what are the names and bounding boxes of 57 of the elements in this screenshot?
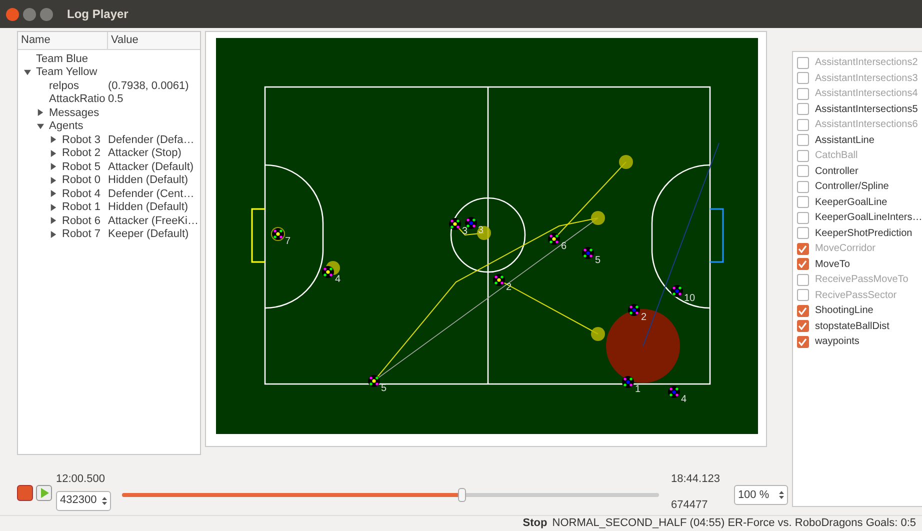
- robot-number: 4: [335, 274, 341, 285]
- robot-number: 1: [635, 384, 641, 395]
- column-header[interactable]: Value: [108, 32, 138, 49]
- visualization-label[interactable]: KeeperGoalLine: [814, 194, 888, 210]
- robot-number: 4: [681, 394, 687, 405]
- visualization-label[interactable]: Controller: [814, 164, 858, 179]
- visualization-label[interactable]: AssistantIntersections5: [814, 102, 918, 117]
- tree-item-value: Hidden (Default): [108, 173, 188, 188]
- tree-item-value: Hidden (Default): [108, 200, 188, 215]
- visualization-label[interactable]: stopstateBallDist: [814, 318, 890, 334]
- tree-item-name[interactable]: Robot 1: [62, 199, 101, 216]
- visualization-label[interactable]: KeeperShotPrediction: [814, 226, 912, 241]
- tree-item-value: Attacker (Default): [108, 160, 194, 174]
- visualization-label[interactable]: MoveTo: [814, 256, 850, 272]
- column-header[interactable]: Name: [18, 32, 108, 49]
- tree-item-name[interactable]: Agents: [49, 118, 84, 134]
- tree-item-value: (0.7938, 0.0061): [108, 78, 189, 94]
- tree-item-name[interactable]: Robot 6: [62, 212, 101, 229]
- robot-number: 5: [595, 255, 601, 266]
- end-frame: 674477: [671, 496, 720, 513]
- visualization-label[interactable]: ShootingLine: [814, 303, 874, 318]
- robot-number: 3: [462, 226, 468, 237]
- tree-item-name[interactable]: Team Yellow: [36, 64, 98, 80]
- tree-item-name[interactable]: AttackRatio: [49, 91, 106, 108]
- frame-spinbox[interactable]: 432300: [56, 490, 111, 510]
- tree-item-value: Attacker (Stop): [108, 146, 182, 161]
- tree-item-value: 0.5: [108, 92, 124, 107]
- status-text: NORMAL_SECOND_HALF (04:55) ER-Force vs. RoboDragons Goals: 0:5: [552, 516, 916, 531]
- tree-item-value: Defender (Cent…: [108, 186, 194, 202]
- tree-item-name[interactable]: Robot 3: [62, 132, 101, 148]
- tree-item-name[interactable]: relpos: [49, 78, 79, 94]
- tree-item-name[interactable]: Robot 2: [62, 145, 101, 162]
- tree-item-name[interactable]: Messages: [49, 104, 100, 121]
- end-time: 18:44.123: [671, 472, 720, 487]
- window-title: Log Player: [67, 6, 128, 23]
- visualization-label[interactable]: KeeperGoalLineInters…: [814, 210, 922, 226]
- robot-number: 10: [684, 293, 696, 304]
- visualization-label[interactable]: AssistantLine: [814, 132, 874, 148]
- visualization-label[interactable]: waypoints: [814, 334, 860, 350]
- robot-number: 6: [561, 241, 567, 252]
- start-time: 12:00.500: [56, 472, 106, 487]
- speed-spinbox[interactable]: 100 %: [734, 485, 788, 505]
- visualization-label[interactable]: Controller/Spline: [814, 179, 889, 194]
- tree-item-name[interactable]: Robot 7: [62, 226, 101, 242]
- tree-item-name[interactable]: Robot 4: [62, 186, 101, 202]
- status-state: Stop: [522, 516, 548, 531]
- robot-number: 2: [506, 282, 512, 293]
- tree-item-value: Keeper (Default): [108, 227, 189, 242]
- robot-number: 3: [478, 225, 484, 236]
- robot-number: 2: [641, 312, 647, 323]
- robot-number: 5: [381, 383, 387, 394]
- tree-item-name[interactable]: Team Blue: [36, 50, 88, 67]
- robot-number: 7: [285, 236, 291, 247]
- tree-item-name[interactable]: Robot 0: [62, 172, 101, 188]
- tree-item-value: Attacker (FreeKi…: [108, 214, 198, 228]
- tree-item-value: Defender (Defa…: [108, 132, 194, 148]
- tree-item-name[interactable]: Robot 5: [62, 158, 101, 175]
